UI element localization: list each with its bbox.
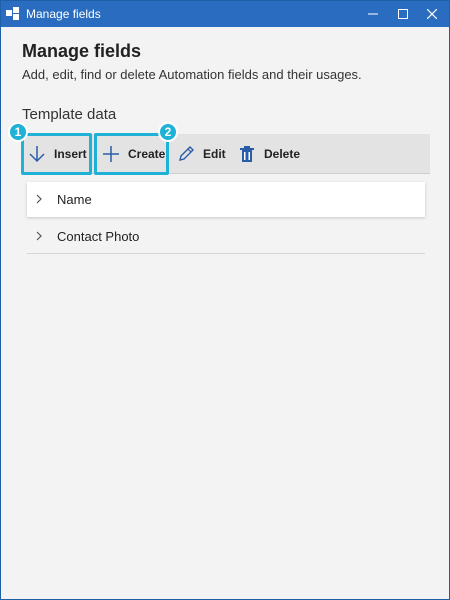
page-subtitle: Add, edit, find or delete Automation fie… — [22, 67, 362, 82]
callout-badge-1: 1 — [8, 122, 28, 142]
pencil-icon — [179, 146, 194, 161]
delete-button[interactable]: Delete — [238, 134, 300, 174]
arrow-down-icon — [29, 146, 45, 163]
fields-list: Name Contact Photo — [27, 182, 425, 254]
list-item-label: Contact Photo — [57, 228, 140, 244]
title-bar[interactable]: Manage fields — [1, 1, 449, 27]
fields-toolbar: Insert Create Edit Delete — [22, 134, 430, 174]
maximize-icon[interactable] — [388, 1, 418, 27]
app-icon — [6, 7, 20, 21]
trash-icon — [240, 146, 254, 162]
list-item[interactable]: Name — [27, 182, 425, 217]
page-title: Manage fields — [22, 41, 142, 61]
list-item-label: Name — [57, 192, 92, 207]
window-title: Manage fields — [26, 7, 101, 21]
section-label: Template data — [22, 106, 117, 123]
plus-icon — [103, 146, 119, 162]
list-item[interactable]: Contact Photo — [27, 219, 425, 254]
edit-button[interactable]: Edit — [177, 134, 226, 174]
chevron-right-icon[interactable] — [35, 231, 43, 241]
minimize-icon[interactable] — [358, 1, 388, 27]
callout-badge-2: 2 — [158, 122, 178, 142]
manage-fields-window: Manage fields Manage fields Add, edit, f… — [0, 0, 450, 600]
create-button[interactable]: Create — [102, 134, 165, 174]
insert-label: Insert — [54, 147, 87, 161]
chevron-right-icon[interactable] — [35, 194, 43, 204]
insert-button[interactable]: Insert — [28, 134, 87, 174]
close-icon[interactable] — [417, 1, 447, 27]
delete-label: Delete — [264, 147, 301, 161]
create-label: Create — [128, 147, 166, 161]
edit-label: Edit — [203, 147, 226, 161]
